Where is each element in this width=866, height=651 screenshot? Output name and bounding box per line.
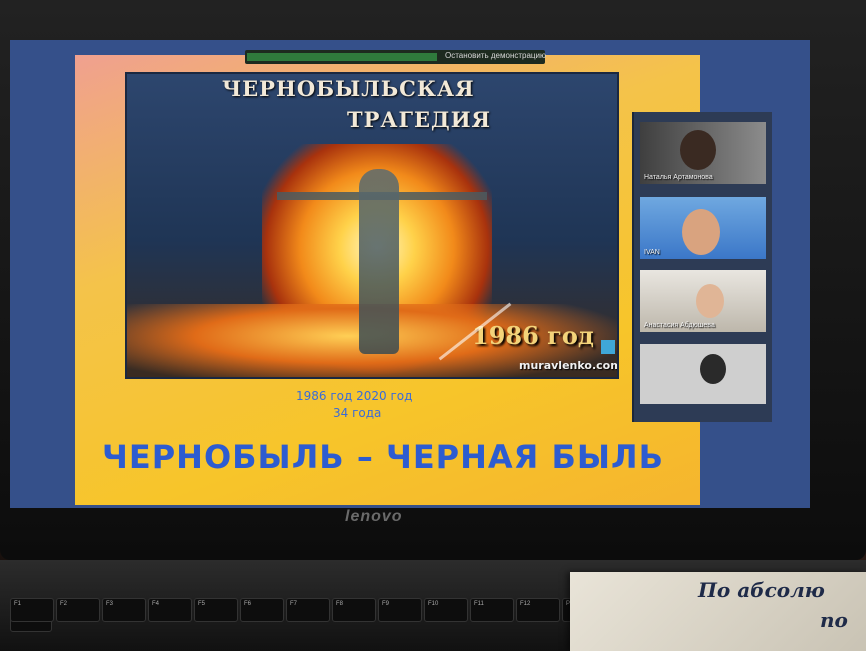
participant-name: IVAN (644, 249, 660, 256)
laptop-brand-logo: lenovo (345, 508, 403, 525)
fkey-f1[interactable]: F1 (10, 598, 54, 622)
participant-face (696, 284, 724, 318)
fkey-f11[interactable]: F11 (470, 598, 514, 622)
card-text-line2: по (820, 608, 848, 632)
participant-name: Наталья Артамонова (644, 174, 713, 181)
share-indicator (247, 53, 437, 61)
stop-share-label[interactable]: Остановить демонстрацию (445, 51, 546, 60)
function-key-row: F1F2F3F4F5F6F7F8F9F10F11F12PrtSc (10, 598, 610, 651)
poster-site: muravlenko.com (519, 359, 619, 372)
fkey-f3[interactable]: F3 (102, 598, 146, 622)
slide-dates: 1986 год 2020 год (296, 389, 413, 403)
slide-years: 34 года (333, 406, 382, 420)
participant-face (680, 130, 716, 170)
fkey-label: F11 (474, 601, 484, 607)
fkey-label: F2 (60, 601, 68, 607)
participant-face (700, 354, 726, 384)
zoom-share-bar[interactable]: Остановить демонстрацию (245, 50, 546, 64)
laptop-lid: Остановить демонстрацию ЧЕРНОБЫЛЬСКАЯ ТР… (0, 0, 866, 560)
fkey-label: F3 (106, 601, 114, 607)
fkey-label: F12 (520, 601, 531, 607)
card-text-line1: По абсолю (698, 578, 825, 602)
fkey-f10[interactable]: F10 (424, 598, 468, 622)
fkey-f2[interactable]: F2 (56, 598, 100, 622)
slide-headline: ЧЕРНОБЫЛЬ – ЧЕРНАЯ БЫЛЬ (102, 438, 664, 476)
fkey-f12[interactable]: F12 (516, 598, 560, 622)
statue-figure (359, 169, 399, 354)
fkey-f4[interactable]: F4 (148, 598, 192, 622)
fkey-label: F1 (14, 601, 22, 607)
poster-title-line1: ЧЕРНОБЫЛЬСКАЯ (222, 76, 475, 101)
participant-tile[interactable] (640, 344, 766, 404)
participant-panel: Наталья Артамонова IVAN Анастасия Абдюше… (632, 112, 772, 422)
poster-title-line2: ТРАГЕДИЯ (347, 107, 492, 132)
fkey-f6[interactable]: F6 (240, 598, 284, 622)
fkey-label: F6 (244, 601, 252, 607)
fkey-label: F8 (336, 601, 344, 607)
fkey-label: F4 (152, 601, 160, 607)
paper-card: По абсолю по (570, 572, 866, 651)
poster-year: 1986 год (472, 321, 594, 350)
participant-tile[interactable]: IVAN (640, 197, 766, 259)
fkey-f5[interactable]: F5 (194, 598, 238, 622)
fkey-f8[interactable]: F8 (332, 598, 376, 622)
participant-tile[interactable]: Анастасия Абдюшева (640, 270, 766, 332)
site-logo-icon (601, 340, 615, 354)
fkey-label: F9 (382, 601, 390, 607)
fkey-label: F7 (290, 601, 298, 607)
participant-face (682, 209, 720, 255)
participant-tile[interactable]: Наталья Артамонова (640, 122, 766, 184)
chernobyl-poster: ЧЕРНОБЫЛЬСКАЯ ТРАГЕДИЯ 1986 год muravlen… (125, 72, 619, 379)
fkey-f9[interactable]: F9 (378, 598, 422, 622)
participant-name: Анастасия Абдюшева (644, 322, 715, 329)
fkey-label: F5 (198, 601, 206, 607)
fkey-label: F10 (428, 601, 439, 607)
fkey-f7[interactable]: F7 (286, 598, 330, 622)
photo-scene: Остановить демонстрацию ЧЕРНОБЫЛЬСКАЯ ТР… (0, 0, 866, 651)
